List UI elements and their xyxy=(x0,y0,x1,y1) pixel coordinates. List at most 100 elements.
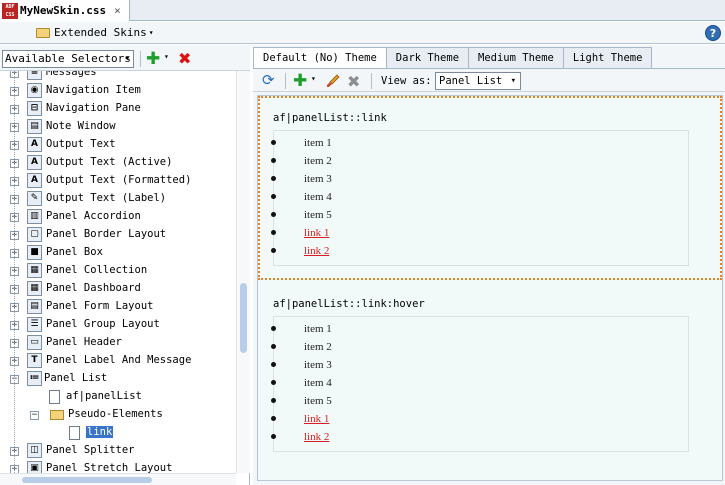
chevron-down-icon[interactable]: ▾ xyxy=(149,28,154,37)
list-item-text: item 1 xyxy=(304,137,332,149)
scrollbar-thumb[interactable] xyxy=(240,283,247,353)
tree-node-label: Panel Form Layout xyxy=(46,300,154,312)
tree-node[interactable]: + A Output Text (Active) xyxy=(0,154,236,172)
tree-node[interactable]: + ▢ Panel Border Layout xyxy=(0,226,236,244)
list-link[interactable]: link 2 xyxy=(271,243,674,261)
tree-node-label: Messages xyxy=(46,71,97,78)
brush-icon[interactable] xyxy=(326,74,340,88)
bullet-icon xyxy=(271,344,276,349)
tree-node[interactable]: + ▤ Note Window xyxy=(0,118,236,136)
close-icon[interactable]: × xyxy=(114,4,121,17)
clear-icon[interactable]: ✖ xyxy=(347,72,360,91)
tree-node-label: Pseudo-Elements xyxy=(68,408,163,420)
list-item-text: item 2 xyxy=(304,341,332,353)
panel-dashboard-icon: ▦ xyxy=(27,281,42,296)
list-item-text: item 3 xyxy=(304,173,332,185)
tree-node[interactable]: + ☰ Panel Group Layout xyxy=(0,316,236,334)
list-item: item 3 xyxy=(271,171,674,189)
tree-node[interactable]: + ◫ Panel Splitter xyxy=(0,442,236,460)
file-tab[interactable]: ADF CSS MyNewSkin.css × xyxy=(0,0,130,21)
theme-tabs: Default (No) Theme Dark Theme Medium Theme… xyxy=(253,47,725,68)
tab-theme-1[interactable]: Dark Theme xyxy=(385,47,470,68)
editor-tab-bar: ADF CSS MyNewSkin.css × xyxy=(0,0,725,21)
tree-node[interactable]: af|panelList xyxy=(0,388,236,406)
tree-node[interactable]: + T Panel Label And Message xyxy=(0,352,236,370)
tree-node[interactable]: + A Output Text xyxy=(0,136,236,154)
view-as-value: Panel List xyxy=(439,75,503,87)
horizontal-scrollbar[interactable] xyxy=(0,473,236,485)
tree-node[interactable]: + A Output Text (Formatted) xyxy=(0,172,236,190)
tree-node[interactable]: + ▥ Panel Accordion xyxy=(0,208,236,226)
vertical-scrollbar[interactable] xyxy=(236,71,250,473)
selector-tree[interactable]: + ≡ Messages + ◉ Navigation Item + ⊟ Navigation … xyxy=(0,71,236,473)
output-text-icon: A xyxy=(27,137,42,152)
panel-stretch-layout-icon: ▣ xyxy=(27,461,42,473)
list-item: item 4 xyxy=(271,189,674,207)
list-link[interactable]: link 1 xyxy=(271,225,674,243)
tree-node-label: Panel List xyxy=(44,372,108,384)
selector-filter-dropdown[interactable]: Available Selectors ▾ xyxy=(2,50,134,68)
refresh-icon[interactable]: ⟳ xyxy=(262,73,275,88)
list-item-text: link 1 xyxy=(304,413,330,425)
panel-list-preview: item 1 item 2 item 3 item 4 item 5 link 1 link… xyxy=(271,130,689,266)
tree-node[interactable]: − ≔ Panel List xyxy=(0,370,236,388)
list-item: item 1 xyxy=(271,135,674,153)
view-as-dropdown[interactable]: Panel List ▾ xyxy=(435,72,521,90)
bullet-icon xyxy=(271,158,276,163)
add-property-icon[interactable]: ✚ xyxy=(293,73,307,90)
preview-section[interactable]: af|panelList::link:hover item 1 item 2 item… xyxy=(258,282,722,472)
list-item-text: link 2 xyxy=(304,431,330,443)
tree-node[interactable]: + ▦ Panel Dashboard xyxy=(0,280,236,298)
add-selector-icon[interactable]: ✚ xyxy=(146,51,160,68)
tree-node[interactable]: link xyxy=(0,424,236,442)
selector-panel: Available Selectors ▾ ✚ ▾ ✖ + ≡ Messages + ◉… xyxy=(0,45,250,485)
bullet-icon xyxy=(271,380,276,385)
delete-selector-icon[interactable]: ✖ xyxy=(178,51,191,67)
tree-node[interactable]: + ≡ Messages xyxy=(0,71,236,82)
chevron-down-icon[interactable]: ▾ xyxy=(311,74,316,83)
tree-node[interactable]: + ▤ Panel Form Layout xyxy=(0,298,236,316)
tree-node-label: Note Window xyxy=(46,120,116,132)
panel-label-message-icon: T xyxy=(27,353,42,368)
tree-node[interactable]: + ■ Panel Box xyxy=(0,244,236,262)
tree-node[interactable]: + ⊟ Navigation Pane xyxy=(0,100,236,118)
list-item-text: item 1 xyxy=(304,323,332,335)
list-item-text: link 1 xyxy=(304,227,330,239)
panel-list-preview: item 1 item 2 item 3 item 4 item 5 link 1 link… xyxy=(271,316,689,452)
panel-header-icon: ▭ xyxy=(27,335,42,350)
tree-node[interactable]: + ▣ Panel Stretch Layout xyxy=(0,460,236,473)
chevron-down-icon: ▾ xyxy=(510,76,516,86)
tree-node-label: Output Text (Active) xyxy=(46,156,173,168)
help-icon[interactable]: ? xyxy=(705,25,721,41)
note-window-icon: ▤ xyxy=(27,119,42,134)
css-file-icon: ADF CSS xyxy=(2,2,18,19)
extended-skins-button[interactable]: Extended Skins xyxy=(54,26,147,39)
collapse-icon[interactable]: − xyxy=(30,411,39,420)
tree-node[interactable]: + ▭ Panel Header xyxy=(0,334,236,352)
tree-node[interactable]: + ✎ Output Text (Label) xyxy=(0,190,236,208)
tree-node-label: Panel Group Layout xyxy=(46,318,160,330)
tree-node-label: Navigation Item xyxy=(46,84,141,96)
tree-node-label: Panel Stretch Layout xyxy=(46,462,173,473)
list-link[interactable]: link 1 xyxy=(271,411,674,429)
tab-theme-3[interactable]: Light Theme xyxy=(562,47,653,68)
tab-theme-0[interactable]: Default (No) Theme xyxy=(253,47,387,68)
tree-node[interactable]: − Pseudo-Elements xyxy=(0,406,236,424)
list-item-text: item 5 xyxy=(304,209,332,221)
panel-list-icon: ≔ xyxy=(27,371,42,386)
tree-node[interactable]: + ◉ Navigation Item xyxy=(0,82,236,100)
tree-node-label: Panel Border Layout xyxy=(46,228,167,240)
tab-theme-2[interactable]: Medium Theme xyxy=(468,47,564,68)
preview-section[interactable]: af|panelList::link item 1 item 2 item 3 item… xyxy=(258,96,722,280)
file-tab-label: MyNewSkin.css xyxy=(20,4,107,17)
bullet-icon xyxy=(271,194,276,199)
chevron-down-icon[interactable]: ▾ xyxy=(164,52,169,61)
tree-node[interactable]: + ▦ Panel Collection xyxy=(0,262,236,280)
list-link[interactable]: link 2 xyxy=(271,429,674,447)
tree-node-label: Panel Collection xyxy=(46,264,148,276)
file-icon xyxy=(49,390,60,404)
scrollbar-thumb[interactable] xyxy=(22,477,152,483)
tree-node-label: Panel Dashboard xyxy=(46,282,141,294)
preview-toolbar: ⟳ ✚ ▾ ✖ View as: Panel List ▾ xyxy=(253,68,725,92)
list-item: item 1 xyxy=(271,321,674,339)
